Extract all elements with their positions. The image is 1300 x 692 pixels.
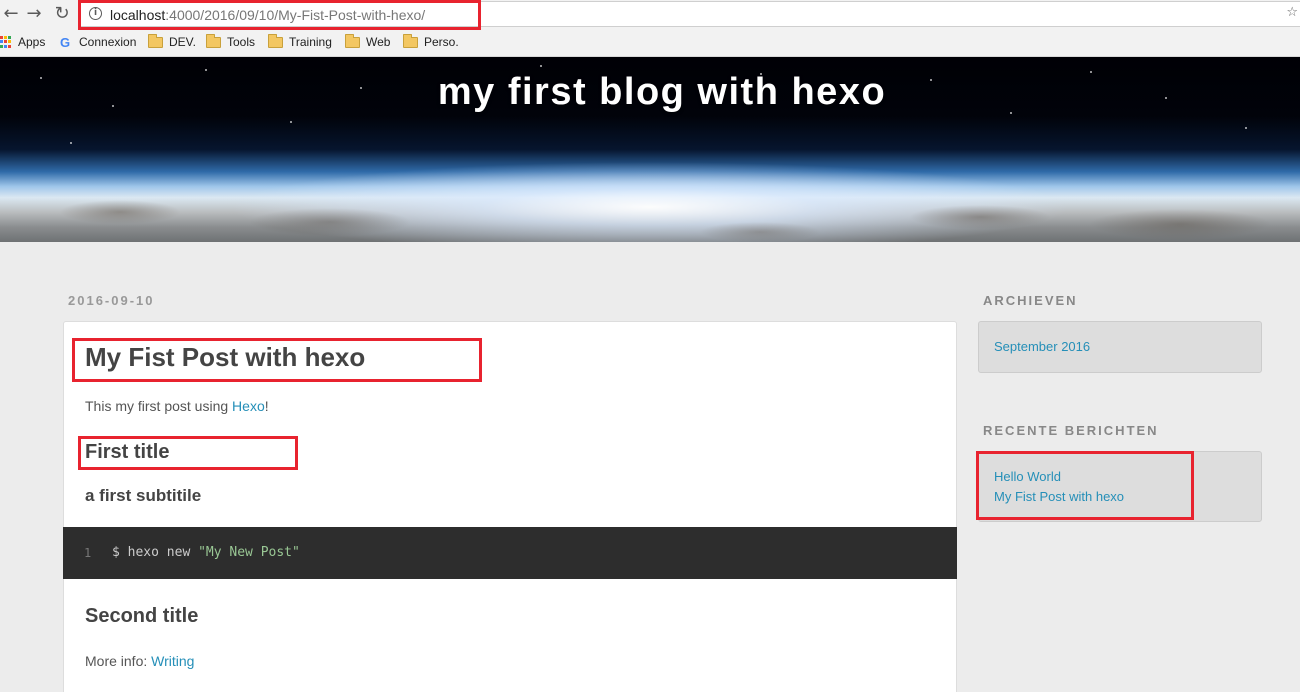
archives-widget: September 2016 — [978, 321, 1262, 373]
star-dot — [290, 121, 292, 123]
code-line: $ hexo new "My New Post" — [112, 545, 300, 560]
bookmark-label: Apps — [18, 35, 46, 49]
back-arrow-icon[interactable]: ← — [0, 3, 22, 25]
more-info-text: More info: — [85, 653, 152, 669]
code-string: "My New Post" — [198, 545, 300, 560]
apps-grid-icon — [0, 36, 12, 48]
bookmarks-bar: Apps G Connexion DEV. Tools Training Web… — [0, 30, 1300, 57]
folder-icon — [403, 33, 418, 48]
star-dot — [1245, 127, 1247, 129]
reload-icon[interactable]: ↻ — [51, 3, 73, 25]
second-heading: Second title — [85, 605, 199, 627]
bookmark-folder-perso[interactable]: Perso. — [403, 33, 459, 49]
recent-posts-highlight-box — [976, 451, 1194, 520]
bookmark-folder-training[interactable]: Training — [268, 33, 332, 49]
more-info: More info: Writing — [85, 653, 194, 669]
title-highlight-box — [72, 338, 482, 382]
banner-clouds — [0, 182, 1300, 242]
post-article: My Fist Post with hexo This my first pos… — [63, 321, 957, 692]
bookmark-label: DEV. — [169, 35, 196, 49]
code-block: 1 $ hexo new "My New Post" — [63, 527, 957, 579]
archives-widget-title: ARCHIEVEN — [983, 293, 1078, 308]
google-icon: G — [60, 34, 71, 50]
code-command: $ hexo new — [112, 545, 199, 560]
bookmark-connexion[interactable]: G Connexion — [60, 35, 136, 49]
bookmark-label: Web — [366, 35, 391, 49]
forward-arrow-icon[interactable]: → — [23, 3, 45, 25]
bookmark-label: Tools — [227, 35, 256, 49]
post-date[interactable]: 2016-09-10 — [68, 293, 155, 308]
writing-link[interactable]: Writing — [151, 653, 194, 669]
post-intro: This my first post using Hexo! — [85, 398, 269, 414]
blog-title[interactable]: my first blog with hexo — [0, 71, 1300, 114]
bookmark-folder-dev[interactable]: DEV. — [148, 33, 196, 49]
folder-icon — [345, 33, 360, 48]
bookmark-label: Perso. — [424, 35, 459, 49]
hexo-link[interactable]: Hexo — [232, 398, 265, 414]
bookmark-label: Training — [289, 35, 332, 49]
browser-toolbar: ← → ↻ i localhost:4000/2016/09/10/My-Fis… — [0, 0, 1300, 30]
recent-posts-widget-title: RECENTE BERICHTEN — [983, 423, 1159, 438]
folder-icon — [148, 33, 163, 48]
folder-icon — [268, 33, 283, 48]
url-highlight-box — [78, 0, 481, 30]
blog-banner: my first blog with hexo — [0, 57, 1300, 242]
bookmark-apps[interactable]: Apps — [0, 35, 45, 49]
bookmark-star-icon[interactable]: ☆ — [1286, 5, 1298, 20]
bookmark-folder-web[interactable]: Web — [345, 33, 391, 49]
archive-link[interactable]: September 2016 — [994, 339, 1090, 354]
subheading: a first subtitile — [85, 486, 202, 505]
intro-text: This my first post using — [85, 398, 233, 414]
bookmark-label: Connexion — [79, 35, 137, 49]
star-dot — [70, 142, 72, 144]
folder-icon — [206, 33, 221, 48]
bookmark-folder-tools[interactable]: Tools — [206, 33, 256, 49]
code-line-number: 1 — [84, 546, 92, 560]
heading-highlight-box — [78, 436, 298, 470]
star-dot — [540, 65, 542, 67]
intro-end: ! — [264, 398, 269, 414]
